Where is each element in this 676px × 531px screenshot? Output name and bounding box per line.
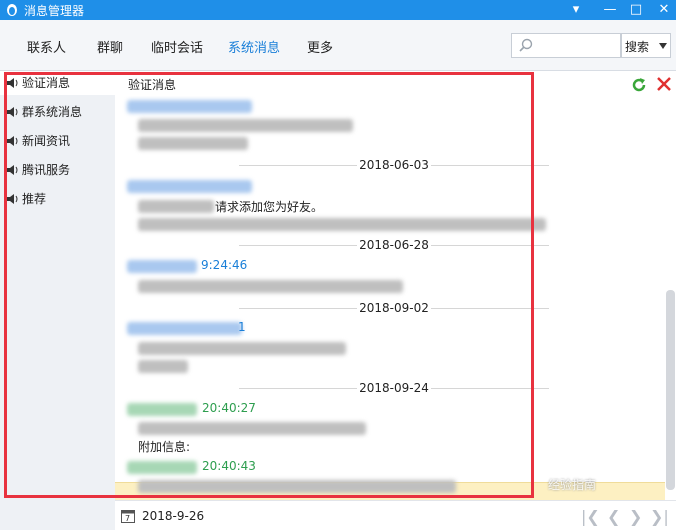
previous-page-icon[interactable]: ❮ xyxy=(607,507,620,526)
scrollbar[interactable] xyxy=(666,290,675,490)
calendar-icon[interactable]: 7 xyxy=(121,509,135,523)
blurred-sender xyxy=(127,180,252,193)
maximize-icon[interactable]: □ xyxy=(626,1,646,19)
date-label: 2018-06-03 xyxy=(357,158,431,172)
date-separator: 2018-06-28 xyxy=(239,238,549,252)
search-icon xyxy=(519,38,533,52)
content-title: 验证消息 xyxy=(128,78,177,92)
message-panel: 验证消息 2018-06-03 请求添加您为好友。 2018-06-28 9:2… xyxy=(115,71,676,500)
message-time: 20:40:27 xyxy=(202,401,256,415)
sidebar-item-news[interactable]: 新闻资讯 xyxy=(0,129,115,153)
tab-contacts[interactable]: 联系人 xyxy=(27,37,66,56)
last-page-icon[interactable]: ❯| xyxy=(650,507,669,526)
speaker-icon xyxy=(7,194,18,204)
date-separator: 2018-09-02 xyxy=(239,301,549,315)
blurred-sender xyxy=(127,461,197,474)
refresh-icon[interactable] xyxy=(629,75,649,95)
window-title: 消息管理器 xyxy=(24,4,85,18)
blurred-sender xyxy=(127,100,252,113)
watermark: 经验指南 xyxy=(548,478,597,492)
date-separator: 2018-06-03 xyxy=(239,158,549,172)
sidebar-item-label: 腾讯服务 xyxy=(22,163,71,177)
speaker-icon xyxy=(7,78,18,88)
blurred-text xyxy=(138,137,248,150)
date-label: 2018-09-02 xyxy=(357,301,431,315)
footer-date: 2018-9-26 xyxy=(142,509,205,523)
search-dropdown-caret-icon[interactable] xyxy=(659,43,667,49)
speaker-icon xyxy=(7,107,18,117)
sidebar-item-label: 推荐 xyxy=(22,192,47,206)
sidebar-item-verification[interactable]: 验证消息 xyxy=(0,71,115,95)
penguin-icon xyxy=(7,4,17,16)
sidebar-item-recommend[interactable]: 推荐 xyxy=(0,187,115,211)
tab-bar: 联系人 群聊 临时会话 系统消息 更多 搜索 xyxy=(0,20,676,71)
message-time: 20:40:43 xyxy=(202,459,256,473)
blurred-text xyxy=(138,342,346,355)
tab-temp-session[interactable]: 临时会话 xyxy=(151,37,203,56)
date-separator: 2018-09-24 xyxy=(239,381,549,395)
date-label: 2018-09-24 xyxy=(357,381,431,395)
sidebar-item-label: 新闻资讯 xyxy=(22,134,71,148)
blurred-text xyxy=(138,200,214,213)
speaker-icon xyxy=(7,136,18,146)
search-button-label: 搜索 xyxy=(625,40,650,54)
sidebar-item-tencent-services[interactable]: 腾讯服务 xyxy=(0,158,115,182)
blurred-text xyxy=(138,360,188,373)
tab-system-messages[interactable]: 系统消息 xyxy=(228,37,280,56)
sidebar: 验证消息 群系统消息 新闻资讯 腾讯服务 推荐 xyxy=(0,71,115,530)
speaker-icon xyxy=(7,165,18,175)
date-label: 2018-06-28 xyxy=(357,238,431,252)
blurred-text xyxy=(138,480,456,493)
search-input[interactable] xyxy=(511,33,621,58)
sidebar-item-label: 验证消息 xyxy=(22,76,71,90)
first-page-icon[interactable]: |❮ xyxy=(581,507,600,526)
sidebar-item-group-system[interactable]: 群系统消息 xyxy=(0,100,115,124)
next-page-icon[interactable]: ❯ xyxy=(629,507,642,526)
close-icon[interactable]: ✕ xyxy=(654,1,674,19)
delete-icon[interactable] xyxy=(655,75,673,93)
blurred-text xyxy=(138,119,353,132)
search-button[interactable]: 搜索 xyxy=(621,33,671,58)
blurred-text xyxy=(138,280,403,293)
message-text: 附加信息: xyxy=(138,440,191,454)
blurred-sender xyxy=(127,260,197,273)
message-time: 9:24:46 xyxy=(201,258,248,272)
message-time: 1 xyxy=(238,320,246,334)
minimize-icon[interactable]: — xyxy=(600,1,620,19)
blurred-text xyxy=(138,422,366,435)
title-bar: 消息管理器 ▾ — □ ✕ xyxy=(0,0,676,20)
footer-bar: 7 2018-9-26 |❮ ❮ ❯ ❯| xyxy=(115,500,676,531)
menu-dropdown-icon[interactable]: ▾ xyxy=(566,1,586,19)
blurred-sender xyxy=(127,322,242,335)
blurred-sender xyxy=(127,403,197,416)
blurred-text xyxy=(138,218,546,231)
tab-more[interactable]: 更多 xyxy=(307,37,333,56)
tab-group-chat[interactable]: 群聊 xyxy=(97,37,123,56)
sidebar-item-label: 群系统消息 xyxy=(22,105,83,119)
message-list[interactable]: 2018-06-03 请求添加您为好友。 2018-06-28 9:24:46 … xyxy=(115,96,665,500)
svg-text:7: 7 xyxy=(125,514,130,523)
message-text: 请求添加您为好友。 xyxy=(215,200,324,214)
